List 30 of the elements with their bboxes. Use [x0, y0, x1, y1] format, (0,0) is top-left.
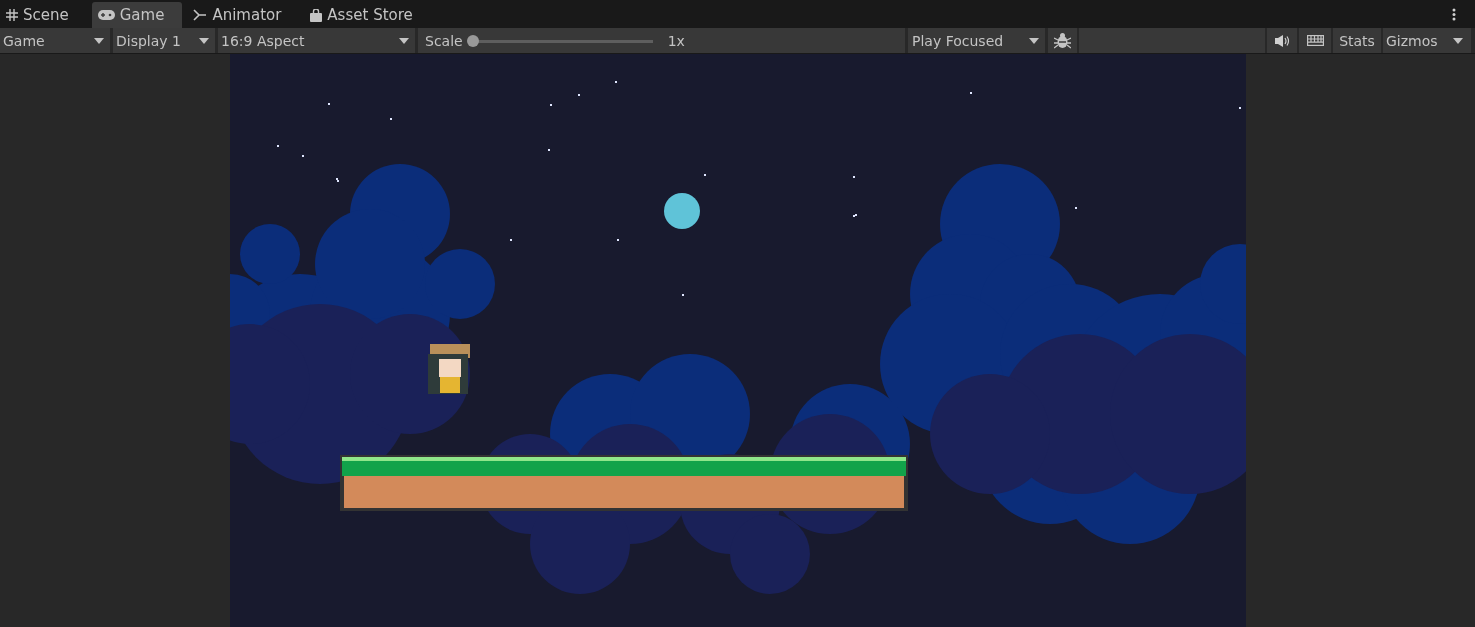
caret-icon	[1029, 37, 1039, 44]
gamepad-icon	[97, 10, 115, 20]
tab[interactable]: Asset Store	[304, 2, 431, 28]
caret-icon	[399, 37, 409, 44]
aspect-dropdown[interactable]: 16:9 Aspect	[218, 28, 415, 53]
tab[interactable]: Game	[91, 2, 183, 28]
tab[interactable]: Scene	[0, 2, 87, 28]
mute-audio-button[interactable]	[1267, 28, 1297, 53]
branch-icon	[193, 9, 208, 21]
scale-value: 1x	[667, 32, 685, 49]
stats-button[interactable]: Stats	[1333, 28, 1381, 53]
caret-icon	[199, 37, 209, 44]
debug-button[interactable]	[1048, 28, 1077, 53]
bag-icon	[310, 8, 323, 22]
play-mode-dropdown[interactable]: Play Focused	[908, 28, 1045, 53]
gizmos-button[interactable]: Gizmos	[1383, 28, 1471, 53]
caret-icon	[1453, 37, 1463, 44]
caret-icon	[94, 37, 104, 44]
speaker-icon	[1274, 34, 1290, 47]
shortcuts-button[interactable]	[1299, 28, 1331, 53]
bug-icon	[1054, 32, 1071, 49]
scale-label: Scale	[425, 32, 463, 49]
display-dropdown[interactable]: Display 1	[113, 28, 215, 53]
grid-icon	[6, 9, 18, 21]
more-options-icon[interactable]	[1452, 8, 1456, 21]
character-sprite	[427, 344, 470, 394]
keyboard-icon	[1306, 35, 1324, 46]
moon	[663, 193, 700, 229]
tab[interactable]: Animator	[187, 2, 300, 28]
view-dropdown[interactable]: Game	[0, 28, 110, 53]
